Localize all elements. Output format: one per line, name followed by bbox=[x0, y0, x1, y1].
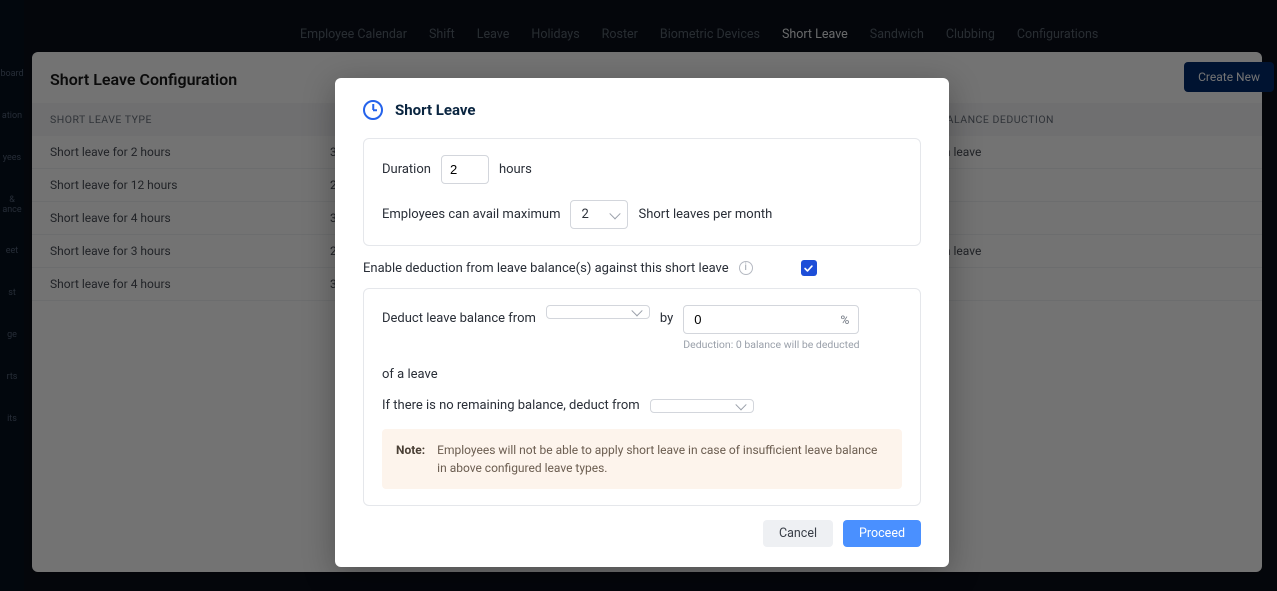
duration-input[interactable] bbox=[441, 155, 489, 184]
deduct-from-label: Deduct leave balance from bbox=[382, 305, 536, 326]
enable-deduction-checkbox[interactable] bbox=[801, 260, 817, 276]
modal-header: Short Leave bbox=[363, 100, 921, 120]
by-label: by bbox=[660, 305, 673, 326]
note-body: Employees will not be able to apply shor… bbox=[437, 441, 888, 477]
modal-title: Short Leave bbox=[395, 101, 476, 119]
avail-suffix: Short leaves per month bbox=[638, 207, 772, 222]
avail-label: Employees can avail maximum bbox=[382, 207, 560, 222]
enable-deduction-row: Enable deduction from leave balance(s) a… bbox=[363, 260, 921, 276]
chevron-down-icon bbox=[735, 399, 746, 410]
note-title: Note: bbox=[396, 441, 425, 477]
avail-max-select[interactable]: 2 bbox=[570, 200, 628, 229]
deduction-helper-text: Deduction: 0 balance will be deducted bbox=[683, 338, 859, 351]
deduct-from-select[interactable] bbox=[546, 305, 650, 319]
short-leave-modal: Short Leave Duration hours Employees can… bbox=[335, 78, 949, 567]
modal-footer: Cancel Proceed bbox=[363, 520, 921, 547]
enable-deduction-label: Enable deduction from leave balance(s) a… bbox=[363, 261, 729, 276]
proceed-button[interactable]: Proceed bbox=[843, 520, 921, 547]
check-icon bbox=[803, 263, 814, 274]
duration-unit: hours bbox=[499, 162, 532, 177]
info-icon[interactable]: i bbox=[739, 261, 753, 275]
chevron-down-icon bbox=[631, 305, 642, 316]
deduction-panel: Deduct leave balance from by % Deduction… bbox=[363, 288, 921, 506]
duration-label: Duration bbox=[382, 162, 431, 177]
fallback-label: If there is no remaining balance, deduct… bbox=[382, 398, 640, 413]
avail-max-value: 2 bbox=[581, 207, 588, 222]
deduct-percent-input[interactable] bbox=[683, 305, 859, 334]
cancel-button[interactable]: Cancel bbox=[763, 520, 833, 547]
clock-icon bbox=[363, 100, 383, 120]
percent-symbol: % bbox=[840, 313, 849, 327]
fallback-select[interactable] bbox=[650, 399, 754, 413]
duration-panel: Duration hours Employees can avail maxim… bbox=[363, 138, 921, 246]
chevron-down-icon bbox=[610, 208, 621, 219]
note-box: Note: Employees will not be able to appl… bbox=[382, 429, 902, 489]
of-leave-label: of a leave bbox=[382, 361, 438, 382]
